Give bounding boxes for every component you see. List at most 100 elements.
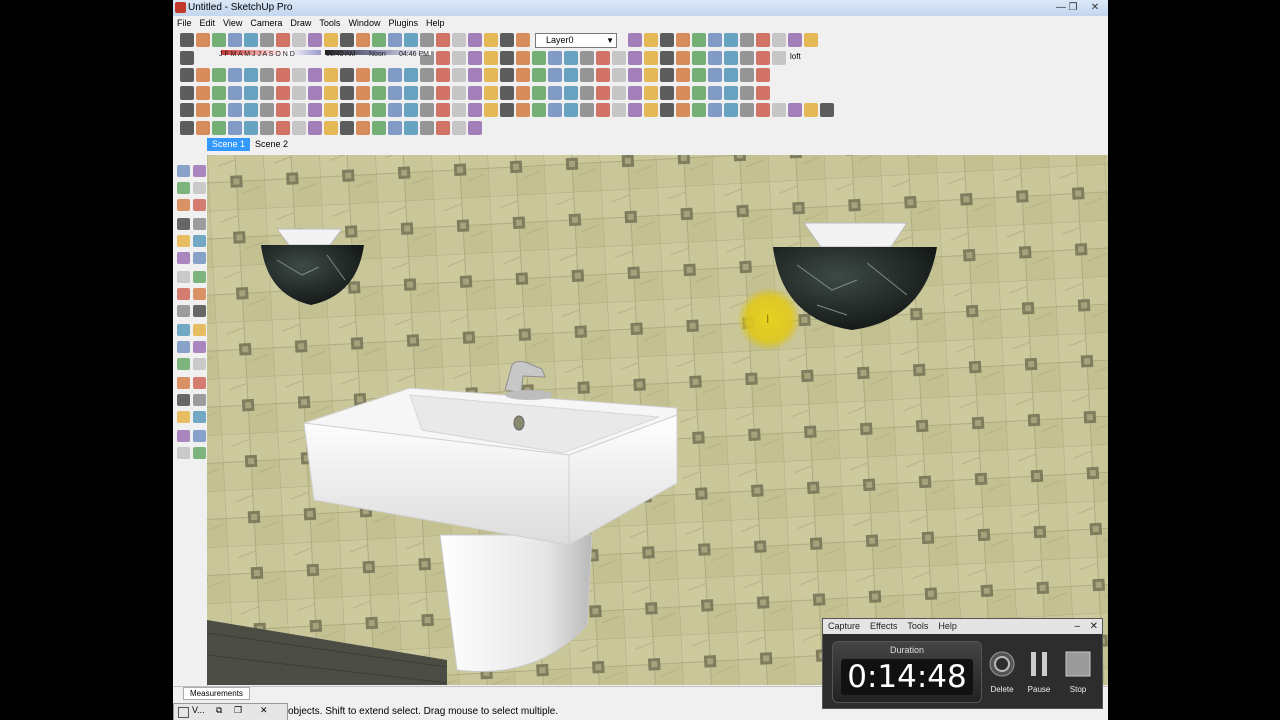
pause-button[interactable]: Pause xyxy=(1022,649,1056,694)
toolbar-tool-icon[interactable] xyxy=(500,51,514,65)
toolbar-tool-icon[interactable] xyxy=(500,103,514,117)
toolbar-tool-icon[interactable] xyxy=(548,103,562,117)
toolbar-tool-icon[interactable] xyxy=(196,103,210,117)
toolbar-tool-icon[interactable] xyxy=(292,103,306,117)
toolbar-tool-icon[interactable] xyxy=(292,33,306,47)
toolbar-tool-icon[interactable] xyxy=(324,121,338,135)
toolbar-tool-icon[interactable] xyxy=(324,68,338,82)
recorder-minimize-button[interactable]: – xyxy=(1074,619,1080,634)
recorder-menu-tools[interactable]: Tools xyxy=(902,619,933,634)
left-tool-icon[interactable] xyxy=(193,305,206,317)
toolbar-tool-icon[interactable] xyxy=(244,68,258,82)
toolbar-tool-icon[interactable] xyxy=(228,68,242,82)
toolbar-tool-icon[interactable] xyxy=(324,103,338,117)
toolbar-tool-icon[interactable] xyxy=(596,103,610,117)
left-tool-icon[interactable] xyxy=(193,288,206,300)
menu-plugins[interactable]: Plugins xyxy=(384,16,422,30)
left-tool-icon[interactable] xyxy=(177,447,190,459)
toolbar-tool-icon[interactable] xyxy=(180,51,194,65)
menu-camera[interactable]: Camera xyxy=(246,16,286,30)
toolbar-tool-icon[interactable] xyxy=(180,33,194,47)
left-tool-icon[interactable] xyxy=(177,165,190,177)
toolbar-tool-icon[interactable] xyxy=(644,103,658,117)
toolbar-tool-icon[interactable] xyxy=(468,121,482,135)
toolbar-tool-icon[interactable] xyxy=(228,33,242,47)
left-tool-icon[interactable] xyxy=(177,411,190,423)
toolbar-tool-icon[interactable] xyxy=(404,121,418,135)
toolbar-tool-icon[interactable] xyxy=(708,33,722,47)
toolbar-tool-icon[interactable] xyxy=(580,103,594,117)
left-tool-icon[interactable] xyxy=(177,324,190,336)
left-tool-icon[interactable] xyxy=(177,430,190,442)
toolbar-tool-icon[interactable] xyxy=(516,33,530,47)
toolbar-tool-icon[interactable] xyxy=(708,86,722,100)
toolbar-tool-icon[interactable] xyxy=(596,68,610,82)
toolbar-tool-icon[interactable] xyxy=(772,103,786,117)
toolbar-tool-icon[interactable] xyxy=(484,103,498,117)
toolbar-tool-icon[interactable] xyxy=(612,86,626,100)
toolbar-tool-icon[interactable] xyxy=(692,86,706,100)
toolbar-tool-icon[interactable] xyxy=(676,86,690,100)
toolbar-tool-icon[interactable] xyxy=(804,33,818,47)
left-tool-icon[interactable] xyxy=(177,377,190,389)
recorder-menu-help[interactable]: Help xyxy=(933,619,962,634)
toolbar-tool-icon[interactable] xyxy=(388,68,402,82)
left-tool-icon[interactable] xyxy=(177,394,190,406)
toolbar-tool-icon[interactable] xyxy=(324,33,338,47)
toolbar-tool-icon[interactable] xyxy=(468,86,482,100)
left-tool-icon[interactable] xyxy=(177,182,190,194)
toolbar-tool-icon[interactable] xyxy=(436,121,450,135)
toolbar-tool-icon[interactable] xyxy=(420,33,434,47)
menu-help[interactable]: Help xyxy=(422,16,449,30)
toolbar-tool-icon[interactable] xyxy=(772,33,786,47)
toolbar-tool-icon[interactable] xyxy=(372,121,386,135)
toolbar-tool-icon[interactable] xyxy=(532,51,546,65)
toolbar-tool-icon[interactable] xyxy=(212,33,226,47)
left-tool-icon[interactable] xyxy=(193,271,206,283)
toolbar-tool-icon[interactable] xyxy=(180,86,194,100)
recorder-close-button[interactable]: ✕ xyxy=(1090,619,1098,634)
toolbar-tool-icon[interactable] xyxy=(628,51,642,65)
toolbar-tool-icon[interactable] xyxy=(596,86,610,100)
toolbar-tool-icon[interactable] xyxy=(292,68,306,82)
toolbar-tool-icon[interactable] xyxy=(612,51,626,65)
toolbar-tool-icon[interactable] xyxy=(804,103,818,117)
toolbar-tool-icon[interactable] xyxy=(452,86,466,100)
toolbar-tool-icon[interactable] xyxy=(740,103,754,117)
toolbar-tool-icon[interactable] xyxy=(276,103,290,117)
toolbar-tool-icon[interactable] xyxy=(644,51,658,65)
toolbar-tool-icon[interactable] xyxy=(244,86,258,100)
toolbar-tool-icon[interactable] xyxy=(820,103,834,117)
toolbar-tool-icon[interactable] xyxy=(212,86,226,100)
toolbar-tool-icon[interactable] xyxy=(660,68,674,82)
toolbar-tool-icon[interactable] xyxy=(548,68,562,82)
toolbar-tool-icon[interactable] xyxy=(788,103,802,117)
toolbar-tool-icon[interactable] xyxy=(308,33,322,47)
layer-select[interactable]: Layer0 ▼ xyxy=(535,33,617,48)
left-tool-icon[interactable] xyxy=(177,305,190,317)
toolbar-tool-icon[interactable] xyxy=(404,68,418,82)
toolbar-tool-icon[interactable] xyxy=(260,86,274,100)
toolbar-tool-icon[interactable] xyxy=(660,51,674,65)
toolbar-tool-icon[interactable] xyxy=(228,86,242,100)
left-tool-icon[interactable] xyxy=(193,218,206,230)
toolbar-tool-icon[interactable] xyxy=(628,86,642,100)
toolbar-tool-icon[interactable] xyxy=(516,86,530,100)
toolbar-tool-icon[interactable] xyxy=(660,103,674,117)
toolbar-tool-icon[interactable] xyxy=(340,121,354,135)
toolbar-tool-icon[interactable] xyxy=(676,103,690,117)
menu-edit[interactable]: Edit xyxy=(196,16,220,30)
left-tool-icon[interactable] xyxy=(177,199,190,211)
toolbar-tool-icon[interactable] xyxy=(676,68,690,82)
toolbar-tool-icon[interactable] xyxy=(340,33,354,47)
toolbar-tool-icon[interactable] xyxy=(308,121,322,135)
toolbar-tool-icon[interactable] xyxy=(308,68,322,82)
left-tool-icon[interactable] xyxy=(193,377,206,389)
toolbar-tool-icon[interactable] xyxy=(580,51,594,65)
left-tool-icon[interactable] xyxy=(193,411,206,423)
toolbar-tool-icon[interactable] xyxy=(260,103,274,117)
toolbar-tool-icon[interactable] xyxy=(356,68,370,82)
toolbar-tool-icon[interactable] xyxy=(452,68,466,82)
menu-view[interactable]: View xyxy=(219,16,246,30)
toolbar-tool-icon[interactable] xyxy=(452,51,466,65)
